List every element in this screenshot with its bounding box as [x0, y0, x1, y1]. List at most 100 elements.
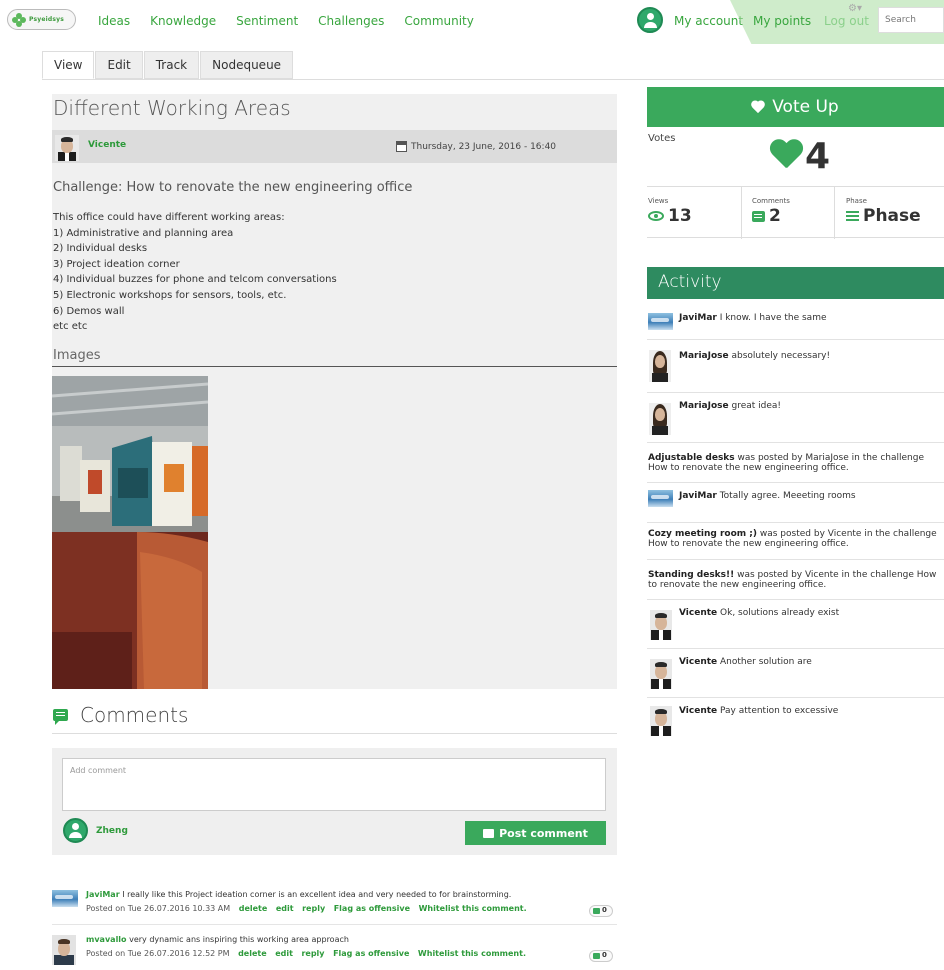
body-line: 2) Individual desks — [53, 243, 148, 255]
like-button[interactable]: 0 — [589, 950, 613, 962]
activity-item[interactable]: Vicente Pay attention to excessive — [647, 698, 944, 743]
flag-offensive-link[interactable]: Flag as offensive — [333, 949, 409, 958]
comments-title: Comments — [80, 703, 189, 727]
nav-ideas[interactable]: Ideas — [98, 14, 130, 28]
activity-avatar — [649, 403, 671, 435]
stat-value: 13 — [668, 206, 692, 226]
activity-text: absolutely necessary! — [728, 351, 831, 361]
commenter-avatar[interactable] — [52, 890, 78, 907]
comment-posted: Posted on Tue 26.07.2016 10.33 AM — [86, 904, 231, 913]
vote-up-label: Vote Up — [772, 97, 839, 117]
like-button[interactable]: 0 — [589, 905, 613, 917]
activity-item[interactable]: Cozy meeting room ;) was posted by Vicen… — [647, 523, 944, 560]
votes-count: 4 — [805, 136, 831, 177]
activity-item[interactable]: MariaJose great idea! — [647, 393, 944, 443]
activity-item[interactable]: JaviMar I know. I have the same — [647, 300, 944, 340]
activity-text: Totally agree. Meeeting rooms — [716, 491, 856, 501]
activity-user[interactable]: Vicente — [679, 608, 717, 618]
stat-phase: Phase Phase — [845, 187, 944, 239]
body-line: 4) Individual buzzes for phone and telco… — [53, 274, 337, 286]
activity-avatar — [648, 313, 673, 330]
nav-challenges[interactable]: Challenges — [318, 14, 384, 28]
stat-comments: Comments 2 — [751, 187, 835, 239]
activity-user[interactable]: MariaJose — [679, 351, 729, 361]
challenge-line[interactable]: Challenge: How to renovate the new engin… — [53, 180, 412, 195]
whitelist-link[interactable]: Whitelist this comment. — [419, 904, 527, 913]
top-navigation-bar: Psyeidsys Ideas Knowledge Sentiment Chal… — [0, 0, 944, 44]
tab-track[interactable]: Track — [143, 51, 200, 79]
eye-icon — [648, 211, 664, 221]
activity-item[interactable]: JaviMar Totally agree. Meeeting rooms — [647, 483, 944, 523]
comment-textarea[interactable]: Add comment — [62, 758, 606, 811]
account-avatar-icon[interactable] — [637, 7, 663, 33]
whitelist-link[interactable]: Whitelist this comment. — [418, 949, 526, 958]
activity-item[interactable]: Adjustable desks was posted by MariaJose… — [647, 443, 944, 483]
comment-bubble-icon — [483, 828, 495, 838]
comments-divider — [52, 733, 617, 734]
chairs-photo[interactable] — [52, 532, 208, 689]
edit-link[interactable]: edit — [276, 904, 294, 913]
tab-edit[interactable]: Edit — [95, 51, 143, 79]
activity-idea[interactable]: Adjustable desks — [648, 453, 735, 463]
search-input[interactable]: Search — [878, 7, 944, 33]
flag-offensive-link[interactable]: Flag as offensive — [334, 904, 410, 913]
nav-sentiment[interactable]: Sentiment — [236, 14, 298, 28]
nav-knowledge[interactable]: Knowledge — [150, 14, 216, 28]
post-comment-button[interactable]: Post comment — [465, 821, 606, 845]
activity-user[interactable]: Vicente — [679, 706, 717, 716]
list-icon — [846, 210, 859, 222]
body-line: etc etc — [53, 321, 88, 333]
commenter-avatar[interactable] — [52, 935, 76, 965]
office-photo[interactable] — [52, 376, 208, 532]
my-points-link[interactable]: My points — [753, 14, 811, 28]
current-user-avatar-icon[interactable] — [63, 818, 88, 843]
stat-label: Comments — [752, 197, 790, 205]
reply-link[interactable]: reply — [302, 904, 325, 913]
activity-item[interactable]: Vicente Ok, solutions already exist — [647, 600, 944, 649]
current-user-name[interactable]: Zheng — [96, 826, 128, 836]
activity-user[interactable]: JaviMar — [679, 491, 717, 501]
vote-up-button[interactable]: Vote Up — [647, 87, 944, 127]
activity-item[interactable]: Vicente Another solution are — [647, 649, 944, 698]
comment-icon — [752, 210, 765, 222]
stat-views: Views 13 — [647, 187, 742, 239]
edit-link[interactable]: edit — [275, 949, 293, 958]
gear-icon[interactable]: ⚙▾ — [848, 3, 862, 14]
delete-link[interactable]: delete — [238, 949, 267, 958]
nav-community[interactable]: Community — [404, 14, 473, 28]
author-name[interactable]: Vicente — [88, 140, 126, 150]
stats-row: Views 13 Comments 2 Phase Phase — [647, 186, 944, 239]
images-divider — [52, 366, 617, 367]
activity-idea[interactable]: Cozy meeting room ;) — [648, 529, 757, 539]
node-tabs: View Edit Track Nodequeue — [42, 51, 294, 79]
site-logo[interactable]: Psyeidsys — [7, 9, 76, 30]
delete-link[interactable]: delete — [239, 904, 268, 913]
activity-avatar — [650, 610, 672, 640]
activity-idea[interactable]: Standing desks!! — [648, 570, 734, 580]
author-avatar[interactable] — [55, 135, 79, 161]
my-account-link[interactable]: My account — [674, 14, 743, 28]
comment-separator — [52, 924, 617, 925]
tab-view[interactable]: View — [42, 51, 95, 79]
activity-user[interactable]: JaviMar — [679, 313, 717, 323]
activity-user[interactable]: Vicente — [679, 657, 717, 667]
votes-heart-icon — [770, 140, 803, 170]
body-line: 5) Electronic workshops for sensors, too… — [53, 289, 287, 301]
body-line: 6) Demos wall — [53, 305, 125, 317]
activity-item[interactable]: MariaJose absolutely necessary! — [647, 340, 944, 393]
activity-item[interactable]: Standing desks!! was posted by Vicente i… — [647, 560, 944, 600]
votes-label: Votes — [648, 133, 676, 144]
activity-text: Ok, solutions already exist — [717, 608, 840, 618]
log-out-link[interactable]: Log out — [824, 14, 869, 28]
tab-nodequeue[interactable]: Nodequeue — [200, 51, 294, 79]
logo-text: Psyeidsys — [29, 16, 65, 23]
comment-author[interactable]: mvavallo — [86, 935, 127, 944]
body-line: 3) Project ideation corner — [53, 258, 180, 270]
activity-text: great idea! — [728, 401, 782, 411]
activity-user[interactable]: MariaJose — [679, 401, 729, 411]
stat-label: Phase — [846, 197, 867, 205]
post-date: Thursday, 23 June, 2016 - 16:40 — [411, 142, 557, 152]
reply-link[interactable]: reply — [301, 949, 324, 958]
comment-author[interactable]: JaviMar — [86, 890, 120, 899]
stat-label: Views — [648, 197, 669, 205]
